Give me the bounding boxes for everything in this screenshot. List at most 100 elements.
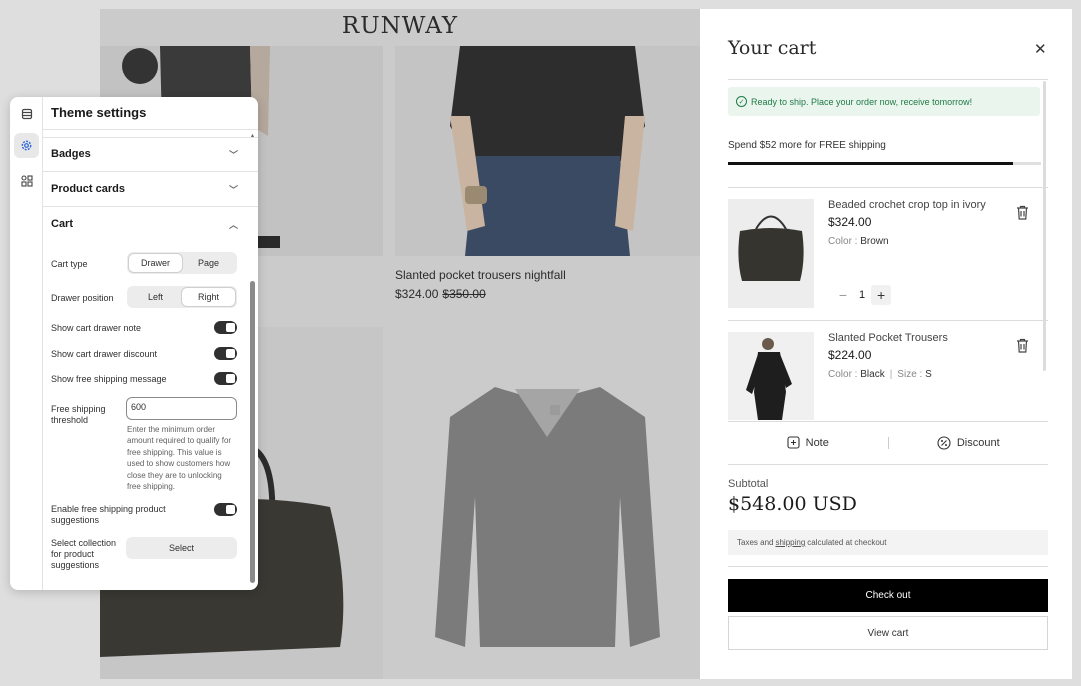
ready-message: Ready to ship. Place your order now, rec… xyxy=(751,96,973,107)
trash-icon[interactable] xyxy=(1016,338,1029,358)
quantity-stepper: − 1 + xyxy=(833,285,892,305)
decrease-quantity-button[interactable]: − xyxy=(833,285,853,305)
title-divider xyxy=(43,129,258,130)
free-shipping-progress xyxy=(728,162,1041,165)
tax-prefix: Taxes and xyxy=(737,538,774,547)
color-label: Color : xyxy=(828,369,858,380)
cart-type-segmented[interactable]: Drawer Page xyxy=(127,252,237,274)
cart-drawer: Your cart ✕ ✓ Ready to ship. Place your … xyxy=(700,9,1072,679)
panel-title: Theme settings xyxy=(51,105,147,120)
drawer-position-segmented[interactable]: Left Right xyxy=(127,286,237,308)
cart-title: Your cart xyxy=(728,37,817,59)
cart-note-toggle[interactable] xyxy=(214,321,237,334)
trash-icon[interactable] xyxy=(1016,205,1029,225)
close-icon[interactable]: ✕ xyxy=(1034,40,1047,58)
gear-icon[interactable] xyxy=(14,133,39,158)
checkout-button[interactable]: Check out xyxy=(728,579,1048,612)
subtotal-label: Subtotal xyxy=(728,478,769,490)
scrollbar-thumb[interactable] xyxy=(250,281,255,583)
divider xyxy=(728,464,1048,465)
toggle-label-free-shipping: Show free shipping message xyxy=(51,374,167,384)
cart-item-price: $224.00 xyxy=(828,348,872,362)
free-shipping-message-toggle[interactable] xyxy=(214,372,237,385)
cart-item-name[interactable]: Beaded crochet crop top in ivory xyxy=(828,199,986,211)
product-price: $324.00 $350.00 xyxy=(395,287,486,301)
divider xyxy=(728,187,1048,188)
threshold-label-line1: Free shipping xyxy=(51,404,106,414)
divider xyxy=(43,137,258,138)
section-cart[interactable]: Cart ︿ xyxy=(51,214,238,234)
drawer-position-left-option[interactable]: Left xyxy=(129,288,182,306)
note-label: Note xyxy=(805,436,829,449)
variant-separator: | xyxy=(889,369,893,380)
view-cart-button[interactable]: View cart xyxy=(728,616,1048,650)
store-logo: RUNWAY xyxy=(341,13,459,39)
select-collection-line1: Select collection xyxy=(51,538,117,548)
note-button[interactable]: Note xyxy=(728,436,888,449)
suggestions-label: Enable free shipping product suggestions xyxy=(51,504,166,526)
progress-fill xyxy=(728,162,1013,165)
ready-to-ship-banner: ✓ Ready to ship. Place your order now, r… xyxy=(728,87,1040,116)
cart-item-image-coat[interactable] xyxy=(728,332,814,420)
cart-item-variant: Color : Black | Size : S xyxy=(828,369,932,380)
tax-note: Taxes and shipping calculated at checkou… xyxy=(728,530,1048,555)
shipping-link[interactable]: shipping xyxy=(775,538,805,547)
check-circle-icon: ✓ xyxy=(736,96,747,107)
product-name[interactable]: Slanted pocket trousers nightfall xyxy=(395,268,566,282)
divider xyxy=(43,171,258,172)
cart-scrollbar[interactable] xyxy=(1043,81,1046,371)
cart-actions: Note Discount xyxy=(728,421,1048,464)
product-old-price: $350.00 xyxy=(442,287,486,301)
cart-item-variant: Color : Brown xyxy=(828,236,889,247)
size-value: S xyxy=(925,369,932,380)
cart-item-image-bag[interactable] xyxy=(728,199,814,308)
divider xyxy=(728,320,1048,321)
drawer-position-label: Drawer position xyxy=(51,293,114,303)
free-shipping-threshold-input[interactable]: 600 xyxy=(126,397,237,420)
color-label: Color : xyxy=(828,236,858,247)
section-label: Cart xyxy=(51,218,74,230)
section-product-cards[interactable]: Product cards ﹀ xyxy=(51,179,238,199)
section-badges[interactable]: Badges ﹀ xyxy=(51,144,238,164)
note-icon xyxy=(787,436,800,449)
drawer-position-right-option[interactable]: Right xyxy=(182,288,235,306)
settings-scrollbar[interactable]: ▲ xyxy=(249,133,256,585)
quantity-value[interactable]: 1 xyxy=(859,289,865,301)
subtotal-amount: $548.00 USD xyxy=(728,493,857,515)
theme-settings-panel: Theme settings ▲ Badges ﹀ Product cards … xyxy=(10,97,258,590)
increase-quantity-button[interactable]: + xyxy=(871,285,892,305)
threshold-help-text: Enter the minimum order amount required … xyxy=(127,425,232,492)
section-label: Product cards xyxy=(51,183,125,195)
color-value: Brown xyxy=(860,236,889,247)
chevron-down-icon: ﹀ xyxy=(228,149,238,160)
select-collection-button[interactable]: Select xyxy=(126,537,237,559)
cart-discount-toggle[interactable] xyxy=(214,347,237,360)
cart-type-drawer-option[interactable]: Drawer xyxy=(129,254,182,272)
sections-icon[interactable] xyxy=(14,101,39,126)
chevron-down-icon: ﹀ xyxy=(228,184,238,195)
threshold-label: Free shipping threshold xyxy=(51,404,106,426)
threshold-label-line2: threshold xyxy=(51,415,89,425)
suggestions-label-line1: Enable free shipping product xyxy=(51,504,166,514)
cart-item-name[interactable]: Slanted Pocket Trousers xyxy=(828,332,948,344)
select-collection-line2: for product xyxy=(51,549,95,559)
cart-type-label: Cart type xyxy=(51,259,88,269)
product-current-price: $324.00 xyxy=(395,287,439,301)
toggle-label-discount: Show cart drawer discount xyxy=(51,349,158,359)
tax-suffix: calculated at checkout xyxy=(807,538,887,547)
discount-icon xyxy=(937,435,951,450)
discount-button[interactable]: Discount xyxy=(889,435,1049,450)
color-value: Black xyxy=(860,369,885,380)
apps-icon[interactable] xyxy=(14,168,39,193)
cart-item-price: $324.00 xyxy=(828,215,872,229)
divider xyxy=(43,206,258,207)
product-image-trousers[interactable] xyxy=(395,46,700,256)
cart-type-page-option[interactable]: Page xyxy=(182,254,235,272)
divider xyxy=(728,566,1048,567)
product-suggestions-toggle[interactable] xyxy=(214,503,237,516)
free-shipping-message: Spend $52 more for FREE shipping xyxy=(728,140,886,151)
size-label: Size : xyxy=(897,369,923,380)
section-label: Badges xyxy=(51,148,91,160)
toggle-label-note: Show cart drawer note xyxy=(51,323,142,333)
product-image-sweater[interactable] xyxy=(395,327,700,679)
